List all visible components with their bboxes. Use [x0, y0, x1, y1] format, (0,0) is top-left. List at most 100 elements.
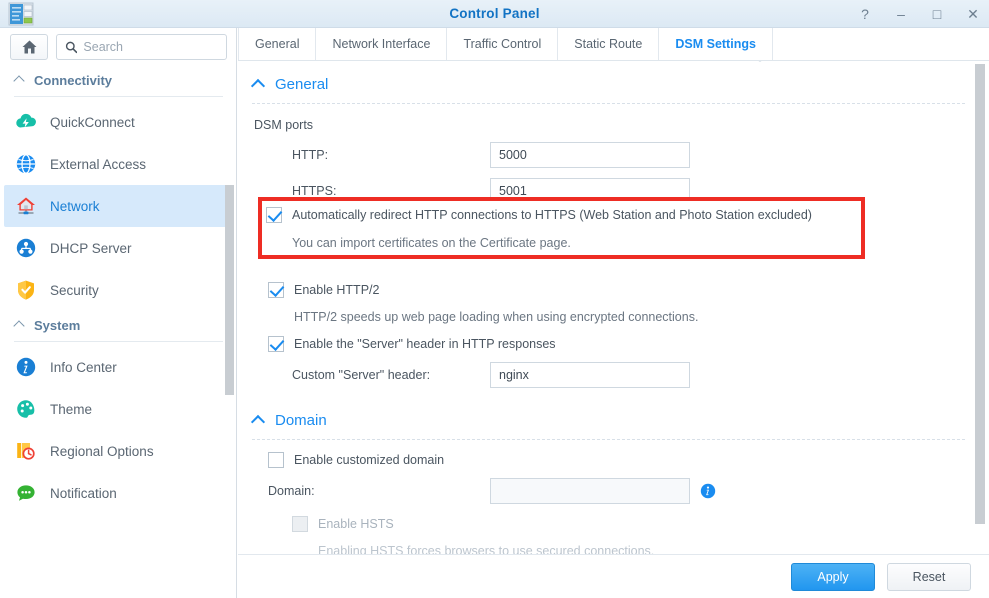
divider — [14, 96, 223, 97]
sidebar-item-label: Info Center — [50, 360, 117, 375]
server-header-checkbox[interactable] — [268, 336, 284, 352]
network-icon — [14, 194, 38, 218]
tab-dsm-settings[interactable]: DSM Settings — [659, 28, 773, 60]
title-bar: Control Panel ? – □ ✕ — [0, 0, 989, 28]
external-access-icon — [14, 152, 38, 176]
certificate-hint: You can import certificates on the Certi… — [266, 236, 856, 250]
certificate-link[interactable]: Certificate — [480, 236, 536, 250]
footer-bar: Apply Reset — [238, 554, 989, 598]
http-port-row: HTTP: — [250, 142, 965, 168]
tab-static-route[interactable]: Static Route — [558, 28, 659, 60]
minimize-button[interactable]: – — [893, 6, 909, 22]
sidebar-item-network[interactable]: Network — [4, 185, 233, 227]
custom-server-header-row: Custom "Server" header: — [250, 362, 965, 388]
section-title: Domain — [275, 412, 327, 429]
sidebar-item-label: Notification — [50, 486, 117, 501]
search-icon — [65, 40, 77, 54]
chevron-up-icon — [252, 80, 265, 89]
sidebar-item-external-access[interactable]: External Access — [0, 143, 237, 185]
sidebar-item-label: DHCP Server — [50, 241, 132, 256]
domain-label: Domain: — [268, 484, 490, 498]
section-title: General — [275, 76, 328, 93]
chevron-up-icon — [14, 76, 26, 84]
security-shield-icon — [14, 278, 38, 302]
sidebar-group-label: Connectivity — [34, 73, 112, 88]
http2-label: Enable HTTP/2 — [294, 282, 379, 298]
enable-hsts-checkbox — [292, 516, 308, 532]
domain-row: Domain: — [250, 478, 965, 504]
search-input[interactable] — [83, 40, 226, 54]
redirect-https-group: Automatically redirect HTTP connections … — [266, 207, 856, 250]
sidebar-item-label: External Access — [50, 157, 146, 172]
home-icon — [21, 39, 38, 55]
sidebar-scroll-area: Connectivity QuickConnect External — [0, 66, 237, 598]
search-box[interactable] — [56, 34, 227, 60]
section-header-general[interactable]: General — [250, 76, 965, 93]
notification-icon — [14, 481, 38, 505]
dsm-ports-label: DSM ports — [254, 118, 965, 132]
sidebar-group-connectivity[interactable]: Connectivity — [0, 66, 237, 94]
sidebar-group-label: System — [34, 318, 80, 333]
sidebar-scrollbar[interactable] — [225, 185, 234, 395]
http2-hint: HTTP/2 speeds up web page loading when u… — [250, 310, 965, 324]
tab-general[interactable]: General — [238, 28, 316, 60]
tab-bar: General Network Interface Traffic Contro… — [238, 28, 989, 60]
close-button[interactable]: ✕ — [965, 6, 981, 22]
sidebar-item-security[interactable]: Security — [0, 269, 237, 311]
custom-server-header-label: Custom "Server" header: — [292, 368, 490, 382]
enable-customized-domain-label: Enable customized domain — [294, 452, 444, 468]
help-button[interactable]: ? — [857, 6, 873, 22]
divider — [14, 341, 223, 342]
custom-server-header-input[interactable] — [490, 362, 690, 388]
control-panel-window: Control Panel ? – □ ✕ — [0, 0, 989, 598]
sidebar-item-dhcp-server[interactable]: DHCP Server — [0, 227, 237, 269]
https-port-label: HTTPS: — [292, 184, 490, 198]
hsts-row: Enable HSTS — [250, 516, 965, 532]
sidebar-item-info-center[interactable]: Info Center — [0, 346, 237, 388]
main-panel: General Network Interface Traffic Contro… — [238, 28, 989, 598]
chevron-up-icon — [252, 416, 265, 425]
http2-checkbox[interactable] — [268, 282, 284, 298]
auto-redirect-https-label: Automatically redirect HTTP connections … — [292, 207, 812, 223]
certificate-hint-before: You can import certificates on the — [292, 236, 480, 250]
reset-button[interactable]: Reset — [887, 563, 971, 591]
sidebar-item-label: QuickConnect — [50, 115, 135, 130]
server-header-label: Enable the "Server" header in HTTP respo… — [294, 336, 556, 352]
apply-button[interactable]: Apply — [791, 563, 875, 591]
enable-customized-domain-checkbox[interactable] — [268, 452, 284, 468]
section-header-domain[interactable]: Domain — [250, 412, 965, 429]
main-scrollbar[interactable] — [975, 64, 985, 524]
dhcp-server-icon — [14, 236, 38, 260]
sidebar-item-theme[interactable]: Theme — [0, 388, 237, 430]
http2-row: Enable HTTP/2 — [250, 282, 965, 298]
chevron-up-icon — [14, 321, 26, 329]
quickconnect-icon — [14, 110, 38, 134]
auto-redirect-https-checkbox[interactable] — [266, 207, 282, 223]
certificate-hint-after: page. — [536, 236, 571, 250]
tab-network-interface[interactable]: Network Interface — [316, 28, 447, 60]
divider — [252, 439, 965, 440]
sidebar-item-notification[interactable]: Notification — [0, 472, 237, 514]
sidebar-item-label: Security — [50, 283, 99, 298]
http-port-input[interactable] — [490, 142, 690, 168]
window-title: Control Panel — [0, 0, 989, 28]
sidebar-item-quickconnect[interactable]: QuickConnect — [0, 101, 237, 143]
window-controls: ? – □ ✕ — [857, 0, 981, 28]
sidebar-group-system[interactable]: System — [0, 311, 237, 339]
tab-traffic-control[interactable]: Traffic Control — [447, 28, 558, 60]
enable-hsts-label: Enable HSTS — [318, 516, 394, 532]
home-button[interactable] — [10, 34, 48, 60]
server-header-row: Enable the "Server" header in HTTP respo… — [250, 336, 965, 352]
sidebar-item-label: Network — [50, 199, 100, 214]
regional-options-icon — [14, 439, 38, 463]
enable-domain-row: Enable customized domain — [250, 452, 965, 468]
http-port-label: HTTP: — [292, 148, 490, 162]
maximize-button[interactable]: □ — [929, 6, 945, 22]
divider — [252, 103, 965, 104]
tab-bar-divider — [238, 60, 989, 61]
domain-input[interactable] — [490, 478, 690, 504]
sidebar: Connectivity QuickConnect External — [0, 28, 237, 598]
info-icon[interactable] — [700, 483, 716, 499]
sidebar-toolbar — [0, 28, 237, 66]
sidebar-item-regional-options[interactable]: Regional Options — [0, 430, 237, 472]
